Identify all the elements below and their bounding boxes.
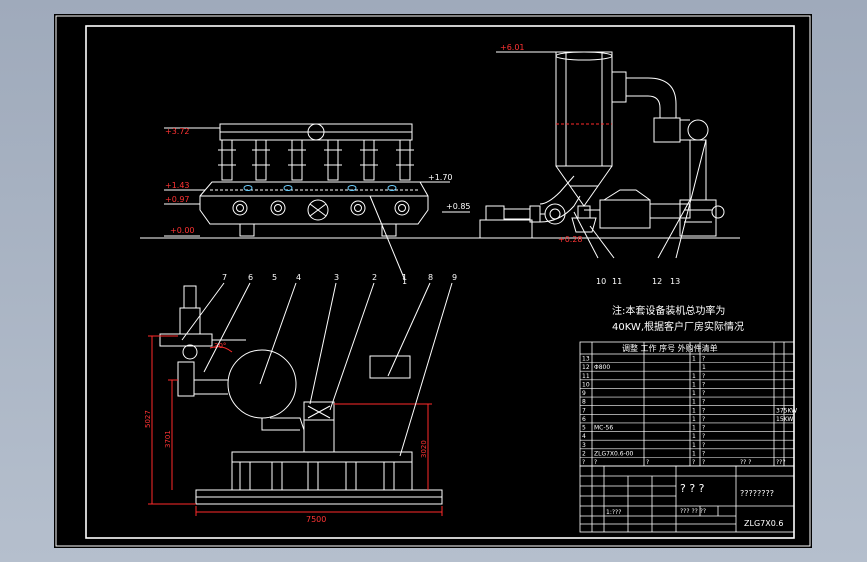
table-cell: 1 bbox=[692, 407, 696, 414]
note-line: 40KW,根据客户厂房实际情况 bbox=[612, 320, 744, 333]
table-cell: 2 bbox=[582, 450, 586, 457]
callout-number: 3 bbox=[334, 273, 339, 282]
table-cell: ? bbox=[702, 356, 705, 363]
dimension-label: 7500 bbox=[306, 515, 326, 524]
title-block-scale: 1:??? bbox=[606, 509, 621, 516]
dimension-label: 3020 bbox=[420, 440, 428, 458]
callout-number: 7 bbox=[222, 273, 227, 282]
table-cell: 5 bbox=[582, 425, 586, 432]
callout-number: 9 bbox=[452, 273, 457, 282]
table-cell: ? bbox=[702, 416, 705, 423]
table-cell: 11 bbox=[582, 373, 590, 380]
table-cell: 375KW bbox=[776, 407, 797, 414]
callout-number: 4 bbox=[296, 273, 301, 282]
table-cell: 1 bbox=[692, 425, 696, 432]
table-cell: 15KW bbox=[776, 416, 793, 423]
elevation-label: +1.43 bbox=[165, 181, 190, 190]
table-cell: ? bbox=[702, 433, 705, 440]
table-cell: ? bbox=[702, 399, 705, 406]
elevation-label: +6.01 bbox=[500, 43, 525, 52]
table-cell: 1 bbox=[692, 416, 696, 423]
table-cell: 13 bbox=[582, 356, 590, 363]
table-cell: ? bbox=[702, 459, 705, 466]
elevation-label: +1.70 bbox=[428, 173, 453, 182]
table-cell: ? bbox=[702, 407, 705, 414]
table-cell: 3 bbox=[582, 442, 586, 449]
table-cell: 10 bbox=[582, 381, 590, 388]
callout-number: 5 bbox=[272, 273, 277, 282]
callout-number: 8 bbox=[428, 273, 433, 282]
callout-number: 11 bbox=[612, 277, 622, 286]
table-cell: ??? bbox=[776, 459, 786, 466]
table-cell: 1 bbox=[702, 364, 706, 371]
elevation-label: +0.00 bbox=[170, 226, 195, 235]
cad-viewport: +3.72 +1.43 +0.97 +0.00 +1.70 +0.85 +6.0… bbox=[0, 0, 867, 562]
title-block-sheet: ??? ?? ?? bbox=[680, 508, 706, 515]
drawing-sheet: +3.72 +1.43 +0.97 +0.00 +1.70 +0.85 +6.0… bbox=[54, 14, 812, 548]
elevation-label: +0.85 bbox=[446, 202, 471, 211]
table-cell: 1 bbox=[692, 450, 696, 457]
table-cell: ZLG7X0.6-00 bbox=[594, 450, 634, 457]
callout-number: 12 bbox=[652, 277, 662, 286]
table-cell: 1 bbox=[692, 381, 696, 388]
dimension-label: 5027 bbox=[144, 410, 152, 428]
callout-number: 6 bbox=[248, 273, 253, 282]
callout-number: 1 bbox=[402, 273, 407, 282]
table-cell: 1 bbox=[692, 356, 696, 363]
table-cell: 1 bbox=[692, 373, 696, 380]
table-cell: ?? ? bbox=[740, 459, 751, 466]
table-cell: ? bbox=[702, 381, 705, 388]
parts-table-header: 调整 工作 序号 外购件清单 bbox=[622, 343, 718, 353]
dimension-label: 3701 bbox=[164, 430, 172, 448]
table-cell: ? bbox=[582, 459, 585, 466]
table-cell: ? bbox=[702, 390, 705, 397]
callout-number: 10 bbox=[596, 277, 606, 286]
table-cell: 8 bbox=[582, 399, 586, 406]
table-cell: 1 bbox=[692, 433, 696, 440]
table-cell: ? bbox=[702, 425, 705, 432]
table-cell: 1 bbox=[692, 399, 696, 406]
table-cell: 9 bbox=[582, 390, 586, 397]
table-cell: 12 bbox=[582, 364, 590, 371]
table-cell: ? bbox=[702, 450, 705, 457]
table-cell: ? bbox=[646, 459, 649, 466]
table-cell: 1 bbox=[692, 442, 696, 449]
callout-number: 2 bbox=[372, 273, 377, 282]
drawing-code: ZLG7X0.6 bbox=[744, 519, 783, 528]
elevation-label: +3.72 bbox=[165, 127, 190, 136]
elevation-label: +0.28 bbox=[558, 235, 583, 244]
elevation-label: +0.97 bbox=[165, 195, 190, 204]
table-cell: ? bbox=[702, 373, 705, 380]
note-line: 注:本套设备装机总功率为 bbox=[612, 304, 725, 317]
table-cell: ? bbox=[692, 459, 695, 466]
table-cell: ? bbox=[594, 459, 597, 466]
table-cell: ? bbox=[702, 442, 705, 449]
table-cell: 1 bbox=[692, 390, 696, 397]
table-cell: MC-56 bbox=[594, 425, 613, 432]
callout-number: 13 bbox=[670, 277, 680, 286]
table-cell: 6 bbox=[582, 416, 586, 423]
title-block-name: ???????? bbox=[740, 489, 774, 498]
table-cell: Φ800 bbox=[594, 364, 610, 371]
table-cell: 4 bbox=[582, 433, 586, 440]
table-cell: 7 bbox=[582, 407, 586, 414]
title-block-center: ? ? ? bbox=[680, 482, 705, 495]
